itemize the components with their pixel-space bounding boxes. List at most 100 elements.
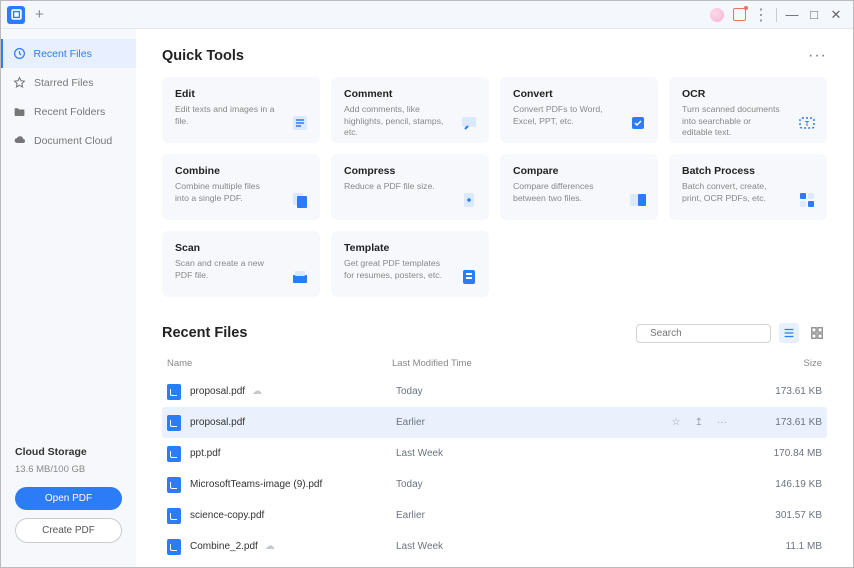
sidebar-item-label: Starred Files (34, 77, 94, 89)
file-icon (167, 446, 181, 462)
tool-desc: Add comments, like highlights, pencil, s… (344, 104, 476, 139)
quick-tools-heading: Quick Tools (162, 48, 244, 64)
tool-title: OCR (682, 88, 814, 100)
file-size: 301.57 KB (747, 510, 827, 521)
tool-desc: Convert PDFs to Word, Excel, PPT, etc. (513, 104, 645, 127)
menu-icon[interactable]: ⋮ (750, 4, 772, 26)
notification-icon[interactable] (728, 4, 750, 26)
file-row[interactable]: proposal.pdfEarlier☆↥···173.61 KB (162, 407, 827, 438)
maximize-button[interactable]: □ (803, 4, 825, 26)
file-name: proposal.pdf (190, 417, 245, 428)
tool-card-convert[interactable]: Convert Convert PDFs to Word, Excel, PPT,… (500, 77, 658, 143)
tool-title: Scan (175, 242, 307, 254)
more-icon[interactable]: ··· (717, 417, 727, 428)
file-row[interactable]: MicrosoftTeams-image (9).pdfToday146.19 … (162, 469, 827, 500)
file-icon (167, 477, 181, 493)
cloud-icon: ☁ (252, 386, 262, 397)
tool-title: Template (344, 242, 476, 254)
file-modified: Today (396, 479, 747, 490)
app-logo (7, 6, 25, 24)
tool-title: Edit (175, 88, 307, 100)
svg-text:T: T (805, 121, 810, 128)
upload-icon[interactable]: ↥ (695, 417, 703, 428)
file-icon (167, 415, 181, 431)
tool-title: Convert (513, 88, 645, 100)
file-size: 170.84 MB (747, 448, 827, 459)
main-content: Quick Tools ··· Edit Edit texts and image… (136, 29, 853, 567)
file-name: ppt.pdf (190, 448, 221, 459)
create-pdf-button[interactable]: Create PDF (15, 518, 122, 543)
sidebar-item-starred-files[interactable]: Starred Files (1, 68, 136, 97)
file-icon (167, 508, 181, 524)
col-modified: Last Modified Time (392, 358, 747, 369)
list-view-button[interactable] (779, 323, 799, 343)
file-modified: Last Week (396, 448, 747, 459)
tool-desc: Get great PDF templates for resumes, pos… (344, 258, 476, 281)
tool-card-compress[interactable]: Compress Reduce a PDF file size. (331, 154, 489, 220)
file-row[interactable]: science-copy.pdfEarlier301.57 KB (162, 500, 827, 531)
recent-files-heading: Recent Files (162, 325, 247, 341)
file-size: 146.19 KB (747, 479, 827, 490)
more-icon[interactable]: ··· (808, 47, 827, 65)
search-input[interactable] (650, 328, 782, 339)
sidebar: Recent Files Starred Files Recent Folder… (1, 29, 136, 567)
cloud-icon: ☁ (265, 541, 275, 552)
minimize-button[interactable]: — (781, 4, 803, 26)
tool-icon (797, 190, 817, 210)
sidebar-item-label: Document Cloud (34, 135, 112, 147)
tool-card-ocr[interactable]: OCR Turn scanned documents into searchabl… (669, 77, 827, 143)
file-icon (167, 384, 181, 400)
file-name: Combine_2.pdf (190, 541, 258, 552)
search-box[interactable] (636, 324, 771, 343)
tool-title: Batch Process (682, 165, 814, 177)
tool-icon (628, 190, 648, 210)
file-modified: Today (396, 386, 747, 397)
tool-title: Compare (513, 165, 645, 177)
file-row[interactable]: proposal.pdf ☁ Today173.61 KB (162, 376, 827, 407)
tool-icon (459, 190, 479, 210)
tool-card-batch-process[interactable]: Batch ProcessBatch convert, create, prin… (669, 154, 827, 220)
sidebar-item-recent-folders[interactable]: Recent Folders (1, 97, 136, 126)
tool-desc: Edit texts and images in a file. (175, 104, 307, 127)
tool-title: Compress (344, 165, 476, 177)
tool-card-combine[interactable]: CombineCombine multiple files into a sin… (162, 154, 320, 220)
file-size: 173.61 KB (747, 386, 827, 397)
file-size: 11.1 MB (747, 541, 827, 552)
tool-icon (459, 113, 479, 133)
tool-card-scan[interactable]: Scan Scan and create a new PDF file. (162, 231, 320, 297)
user-avatar-icon[interactable] (706, 4, 728, 26)
tool-card-template[interactable]: Template Get great PDF templates for resu… (331, 231, 489, 297)
grid-view-button[interactable] (807, 323, 827, 343)
col-size: Size (747, 358, 827, 369)
tool-desc: Reduce a PDF file size. (344, 181, 476, 193)
file-modified: Last Week (396, 541, 747, 552)
tool-icon (459, 267, 479, 287)
titlebar: + ⋮ — □ ✕ (1, 1, 853, 29)
table-header: Name Last Modified Time Size (162, 353, 827, 376)
sidebar-item-document-cloud[interactable]: Document Cloud (1, 126, 136, 155)
close-button[interactable]: ✕ (825, 4, 847, 26)
tool-icon (290, 190, 310, 210)
star-icon[interactable]: ☆ (672, 417, 681, 428)
tool-icon (290, 113, 310, 133)
tool-card-edit[interactable]: Edit Edit texts and images in a file. (162, 77, 320, 143)
file-row[interactable]: Combine_2.pdf ☁ Last Week11.1 MB (162, 531, 827, 562)
tool-card-comment[interactable]: Comment Add comments, like highlights, pe… (331, 77, 489, 143)
file-name: proposal.pdf (190, 386, 245, 397)
col-name: Name (162, 358, 392, 369)
sidebar-item-label: Recent Folders (34, 106, 105, 118)
file-row[interactable]: ppt.pdf Last Week170.84 MB (162, 438, 827, 469)
file-modified: Earlier (396, 510, 747, 521)
tool-title: Combine (175, 165, 307, 177)
sidebar-item-recent-files[interactable]: Recent Files (1, 39, 136, 68)
tool-title: Comment (344, 88, 476, 100)
tool-icon (290, 267, 310, 287)
tool-desc: Turn scanned documents into searchable o… (682, 104, 814, 139)
open-pdf-button[interactable]: Open PDF (15, 487, 122, 510)
tool-desc: Scan and create a new PDF file. (175, 258, 307, 281)
new-tab-button[interactable]: + (35, 6, 44, 23)
file-icon (167, 539, 181, 555)
tools-grid: Edit Edit texts and images in a file. Comm… (162, 77, 827, 297)
tool-card-compare[interactable]: Compare Compare differences between two f… (500, 154, 658, 220)
tool-desc: Compare differences between two files. (513, 181, 645, 204)
